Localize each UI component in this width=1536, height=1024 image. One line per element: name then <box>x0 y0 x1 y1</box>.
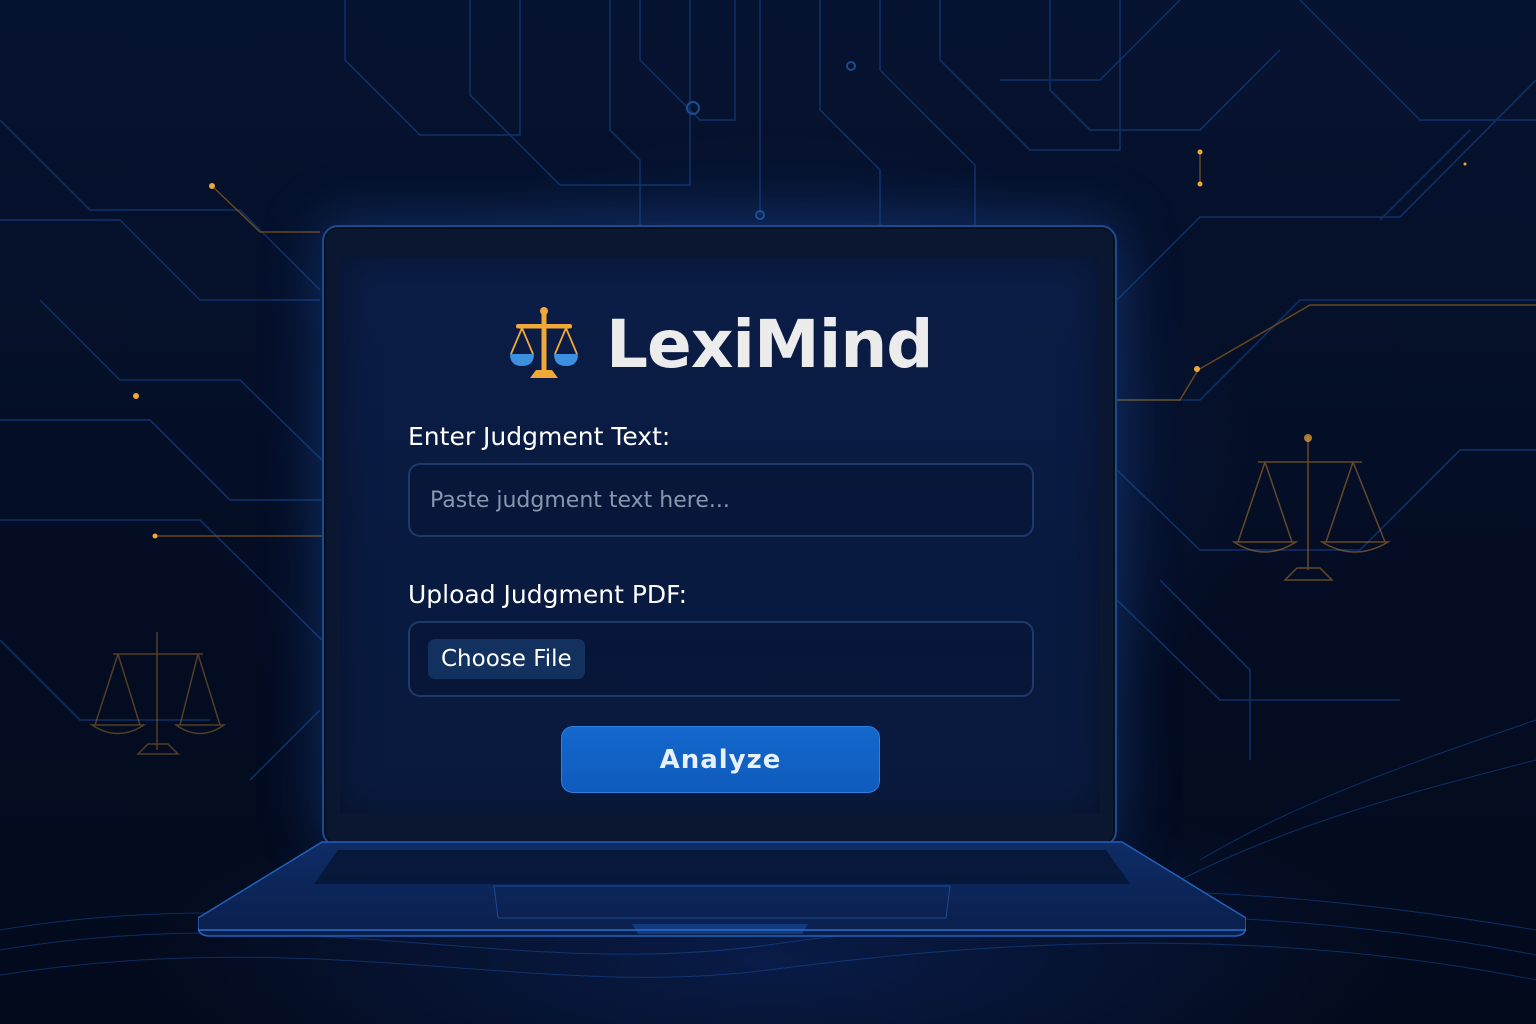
judgment-text-label: Enter Judgment Text: <box>408 422 671 451</box>
laptop-base <box>198 841 1246 937</box>
analyze-button[interactable]: Analyze <box>561 726 880 793</box>
judgment-pdf-field: Choose File <box>408 621 1034 697</box>
judgment-text-input[interactable] <box>410 465 1032 535</box>
judgment-pdf-label: Upload Judgment PDF: <box>408 580 688 609</box>
scales-of-justice-icon <box>508 306 580 384</box>
app-name: LexiMind <box>606 306 934 383</box>
scene: LexiMind Enter Judgment Text: Upload Jud… <box>0 0 1536 1024</box>
choose-file-button[interactable]: Choose File <box>428 639 585 679</box>
brand-header: LexiMind <box>508 305 934 385</box>
judgment-text-field <box>408 463 1034 537</box>
